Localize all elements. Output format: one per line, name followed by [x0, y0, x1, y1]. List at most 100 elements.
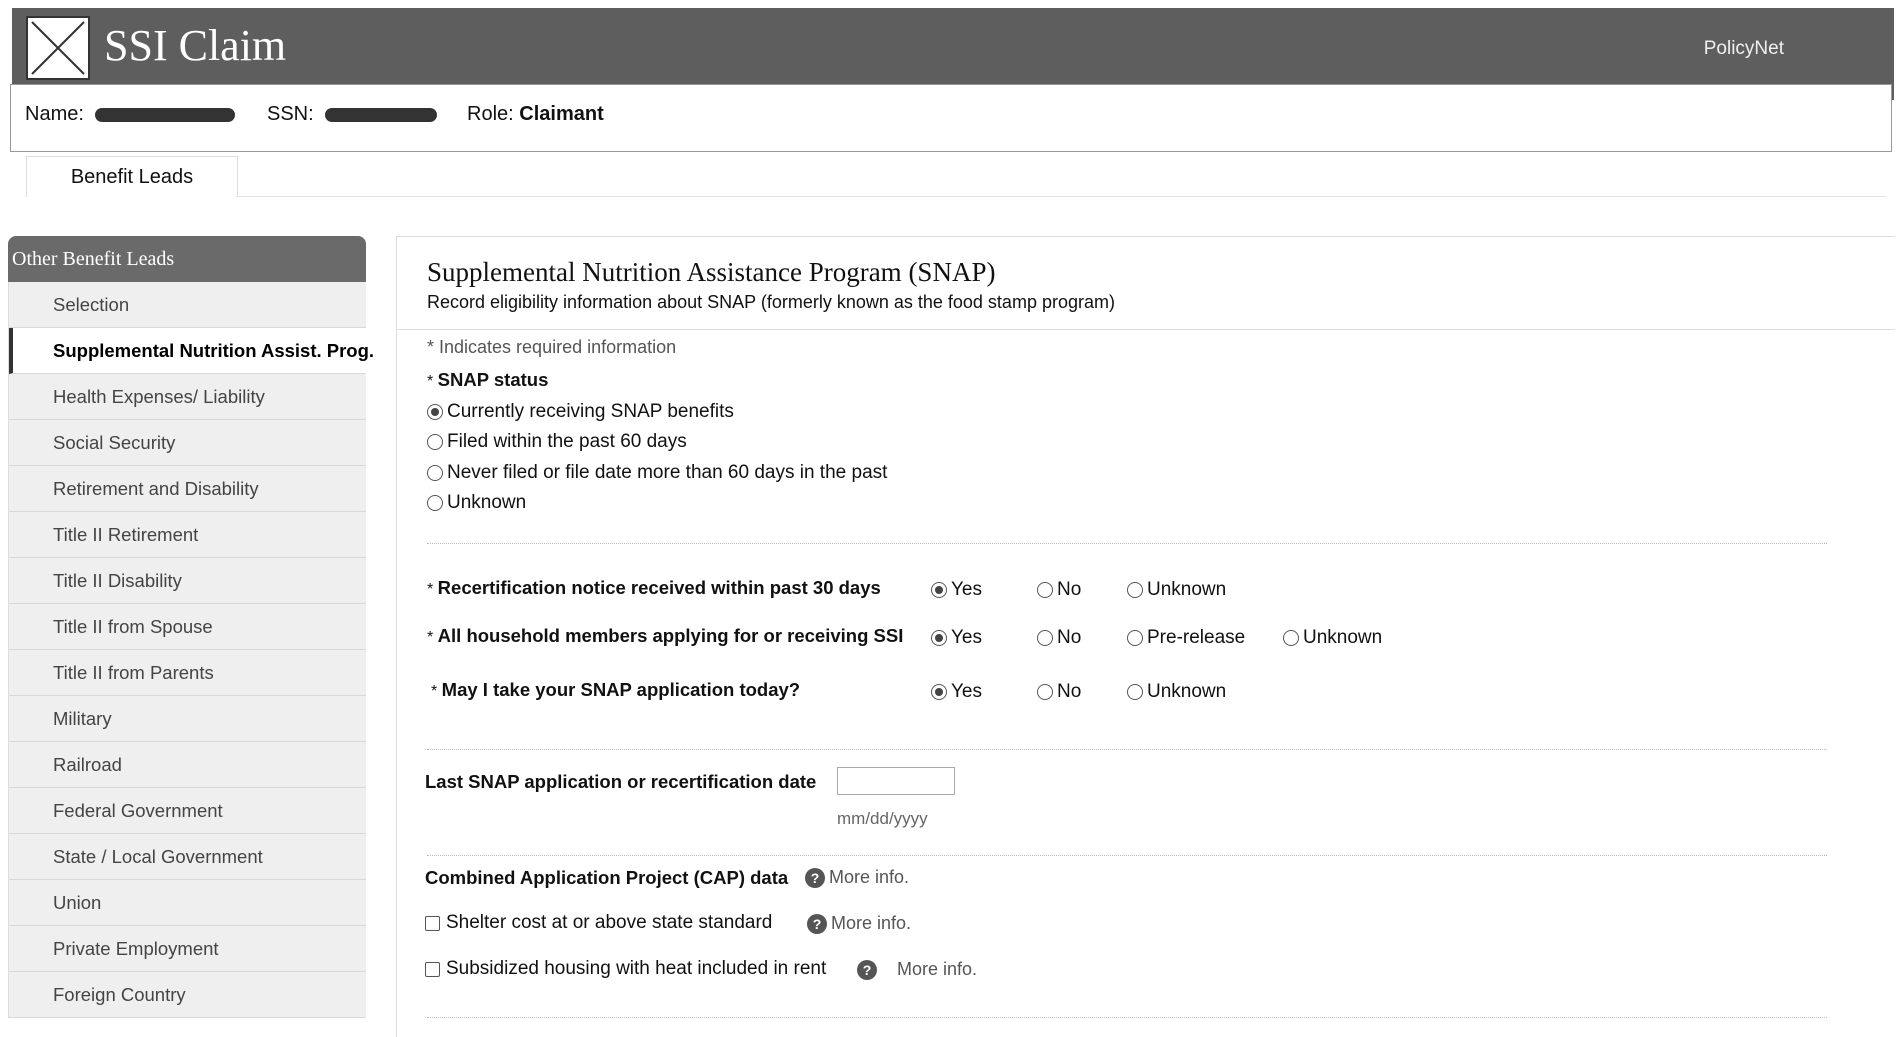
section-divider — [427, 749, 1827, 750]
checkbox-label: Shelter cost at or above state standard — [446, 912, 773, 933]
sidebar-item-snap[interactable]: Supplemental Nutrition Assist. Prog. — [9, 328, 374, 374]
sidebar-item-title2-disability[interactable]: Title II Disability — [9, 558, 366, 604]
radio-label: Pre-release — [1147, 627, 1246, 648]
ssn-field: SSN: — [267, 103, 438, 126]
sidebar-item-selection[interactable]: Selection — [9, 282, 366, 328]
radio-button[interactable] — [931, 582, 947, 598]
radio-button[interactable] — [427, 434, 443, 450]
ssn-label: SSN: — [267, 103, 314, 125]
page-subtitle: Record eligibility information about SNA… — [427, 292, 1115, 312]
subsidized-housing-checkbox[interactable] — [425, 961, 440, 977]
radio-button[interactable] — [931, 630, 947, 646]
radio-label: Unknown — [447, 492, 527, 513]
help-icon: ? — [805, 867, 825, 888]
subsidized-more-info-link[interactable]: ? More info. — [857, 959, 977, 980]
shelter-cost-checkbox[interactable] — [425, 915, 440, 931]
snap-status-option-unknown[interactable]: Unknown — [427, 492, 526, 514]
last-date-label: Last SNAP application or recertification… — [425, 771, 817, 792]
section-divider — [427, 855, 1827, 856]
section-divider — [427, 1017, 1827, 1018]
radio-label: Yes — [951, 627, 982, 648]
sidebar-item-union[interactable]: Union — [9, 880, 366, 926]
page-title: Supplemental Nutrition Assistance Progra… — [427, 257, 996, 287]
name-redacted — [95, 107, 236, 122]
recert-option-no[interactable]: No — [1037, 579, 1081, 601]
sidebar-item-railroad[interactable]: Railroad — [9, 742, 366, 788]
take-app-option-unknown[interactable]: Unknown — [1127, 681, 1226, 703]
section-divider — [427, 543, 1827, 544]
radio-label: No — [1057, 627, 1082, 648]
role-label: Role: — [467, 103, 514, 125]
more-info-text: More info. — [829, 867, 910, 887]
household-option-unknown[interactable]: Unknown — [1283, 627, 1382, 649]
checkbox-label: Subsidized housing with heat included in… — [446, 958, 827, 979]
snap-status-option-filed[interactable]: Filed within the past 60 days — [427, 431, 687, 453]
household-option-no[interactable]: No — [1037, 627, 1081, 649]
claimant-info-bar: Name: SSN: Role: Claimant — [10, 84, 1892, 152]
sidebar-title: Other Benefit Leads — [8, 236, 366, 282]
radio-button[interactable] — [1127, 684, 1143, 700]
app-title: SSI Claim — [104, 21, 287, 70]
last-date-input[interactable] — [837, 767, 955, 795]
household-option-yes[interactable]: Yes — [931, 627, 982, 649]
role-field: Role: Claimant — [467, 103, 604, 126]
panel-header: Supplemental Nutrition Assistance Progra… — [427, 257, 1115, 313]
recert-option-yes[interactable]: Yes — [931, 579, 982, 601]
subsidized-housing-checkbox-row[interactable]: Subsidized housing with heat included in… — [425, 958, 826, 980]
radio-label: Yes — [951, 579, 982, 600]
sidebar-item-state-local-government[interactable]: State / Local Government — [9, 834, 366, 880]
household-option-pre-release[interactable]: Pre-release — [1127, 627, 1245, 649]
radio-button[interactable] — [1037, 684, 1053, 700]
recert-label: * Recertification notice received within… — [427, 577, 881, 598]
snap-status-option-receiving[interactable]: Currently receiving SNAP benefits — [427, 401, 734, 423]
help-icon: ? — [857, 959, 877, 980]
tab-divider — [236, 196, 1886, 197]
name-label: Name: — [25, 103, 84, 125]
shelter-cost-checkbox-row[interactable]: Shelter cost at or above state standard — [425, 912, 772, 934]
cap-label: Combined Application Project (CAP) data — [425, 867, 789, 888]
more-info-text: More info. — [831, 913, 912, 933]
role-value: Claimant — [519, 103, 604, 125]
recert-option-unknown[interactable]: Unknown — [1127, 579, 1226, 601]
sidebar-item-social-security[interactable]: Social Security — [9, 420, 366, 466]
radio-button[interactable] — [1127, 582, 1143, 598]
date-format-hint: mm/dd/yyyy — [837, 809, 928, 828]
radio-button[interactable] — [427, 404, 443, 420]
sidebar-item-title2-parents[interactable]: Title II from Parents — [9, 650, 366, 696]
sidebar-item-military[interactable]: Military — [9, 696, 366, 742]
sidebar-item-title2-retirement[interactable]: Title II Retirement — [9, 512, 366, 558]
sidebar-item-federal-government[interactable]: Federal Government — [9, 788, 366, 834]
radio-button[interactable] — [931, 684, 947, 700]
snap-status-label: * SNAP status — [427, 369, 549, 390]
help-icon: ? — [807, 913, 827, 934]
radio-label: Filed within the past 60 days — [447, 431, 687, 452]
sidebar-item-foreign-country[interactable]: Foreign Country — [9, 972, 366, 1018]
radio-label: Never filed or file date more than 60 da… — [447, 462, 888, 483]
sidebar: Other Benefit Leads Selection Supplement… — [8, 236, 374, 1018]
cap-more-info-link[interactable]: ? More info. — [805, 867, 909, 888]
take-app-option-no[interactable]: No — [1037, 681, 1081, 703]
shelter-more-info-link[interactable]: ? More info. — [807, 913, 911, 934]
radio-label: Unknown — [1303, 627, 1383, 648]
radio-button[interactable] — [427, 495, 443, 511]
radio-button[interactable] — [1283, 630, 1299, 646]
main-panel: Supplemental Nutrition Assistance Progra… — [396, 236, 1895, 1037]
header-divider — [397, 329, 1895, 330]
radio-button[interactable] — [1037, 630, 1053, 646]
take-app-option-yes[interactable]: Yes — [931, 681, 982, 703]
policynet-link[interactable]: PolicyNet — [1704, 38, 1784, 60]
sidebar-item-private-employment[interactable]: Private Employment — [9, 926, 366, 972]
sidebar-item-health-expenses[interactable]: Health Expenses/ Liability — [9, 374, 366, 420]
radio-label: No — [1057, 579, 1082, 600]
radio-label: No — [1057, 681, 1082, 702]
name-field: Name: — [25, 103, 236, 126]
radio-label: Unknown — [1147, 681, 1227, 702]
radio-button[interactable] — [1127, 630, 1143, 646]
sidebar-item-title2-spouse[interactable]: Title II from Spouse — [9, 604, 366, 650]
radio-button[interactable] — [427, 465, 443, 481]
snap-status-option-never-filed[interactable]: Never filed or file date more than 60 da… — [427, 462, 887, 484]
ssn-redacted — [325, 107, 438, 122]
sidebar-item-retirement-disability[interactable]: Retirement and Disability — [9, 466, 366, 512]
tab-benefit-leads[interactable]: Benefit Leads — [26, 156, 238, 197]
radio-button[interactable] — [1037, 582, 1053, 598]
